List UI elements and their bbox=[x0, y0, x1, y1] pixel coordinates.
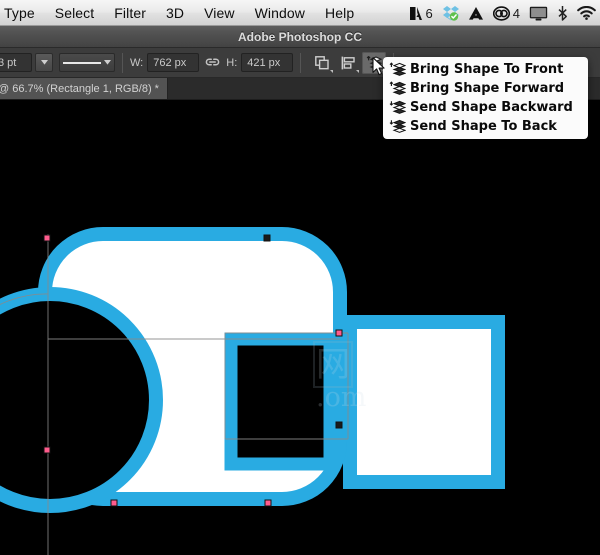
stroke-style-dropdown[interactable] bbox=[59, 53, 115, 72]
creative-cloud-icon bbox=[493, 6, 510, 21]
tray-dropbox[interactable] bbox=[442, 5, 459, 21]
chain-link-icon bbox=[205, 57, 220, 67]
os-menu-bar: Type Select Filter 3D View Window Help 6 bbox=[0, 0, 600, 26]
menu-view[interactable]: View bbox=[194, 0, 245, 26]
anchor-point[interactable] bbox=[264, 235, 270, 241]
path-alignment-button[interactable] bbox=[336, 52, 360, 74]
send-to-back-icon bbox=[389, 119, 406, 134]
adobe-badge: 6 bbox=[426, 6, 433, 21]
menu-item-label: Bring Shape Forward bbox=[410, 81, 564, 96]
tray-display[interactable] bbox=[529, 6, 548, 21]
canvas-area[interactable]: 网 .om bbox=[0, 100, 600, 555]
path-operations-button[interactable] bbox=[310, 52, 334, 74]
menu-item-label: Send Shape To Back bbox=[410, 119, 557, 134]
watermark-glyph: 网 bbox=[313, 341, 353, 388]
watermark-text: .om bbox=[316, 382, 366, 413]
os-status-tray: 6 bbox=[409, 0, 596, 26]
menu-item-send-shape-to-back[interactable]: Send Shape To Back bbox=[383, 117, 588, 136]
bring-forward-icon bbox=[389, 81, 406, 96]
options-separator-2 bbox=[300, 53, 301, 73]
menu-item-bring-shape-to-front[interactable]: Bring Shape To Front bbox=[383, 60, 588, 79]
tray-wifi[interactable] bbox=[577, 6, 596, 20]
shape-right-rectangle bbox=[350, 322, 498, 482]
menu-type[interactable]: Type bbox=[0, 0, 45, 26]
artwork-vector bbox=[0, 100, 600, 555]
height-value: 421 px bbox=[247, 57, 280, 69]
stroke-width-input[interactable]: 3 pt bbox=[0, 53, 32, 72]
bluetooth-icon bbox=[557, 5, 568, 21]
chevron-down-icon bbox=[104, 60, 111, 65]
height-input[interactable]: 421 px bbox=[241, 53, 293, 72]
app-title: Adobe Photoshop CC bbox=[238, 30, 362, 44]
bring-to-front-icon bbox=[389, 62, 406, 77]
google-drive-icon bbox=[468, 6, 484, 21]
anchor-point[interactable] bbox=[265, 500, 271, 506]
menu-help[interactable]: Help bbox=[315, 0, 364, 26]
arrow-cursor bbox=[372, 57, 386, 77]
path-operations-caret bbox=[330, 70, 333, 73]
anchor-point[interactable] bbox=[44, 235, 50, 241]
options-separator-1 bbox=[122, 53, 123, 73]
app-title-bar: Adobe Photoshop CC bbox=[0, 26, 600, 48]
width-value: 762 px bbox=[153, 57, 186, 69]
document-tab-label: @ 66.7% (Rectangle 1, RGB/8) * bbox=[0, 83, 159, 95]
anchor-point[interactable] bbox=[44, 447, 50, 453]
menu-item-label: Bring Shape To Front bbox=[410, 62, 563, 77]
path-alignment-icon bbox=[341, 56, 356, 70]
photoshop-window: Type Select Filter 3D View Window Help 6 bbox=[0, 0, 600, 555]
tray-google-drive[interactable] bbox=[468, 6, 484, 21]
menu-item-send-shape-backward[interactable]: Send Shape Backward bbox=[383, 98, 588, 117]
anchor-point[interactable] bbox=[111, 500, 117, 506]
link-dimensions-button[interactable] bbox=[205, 54, 220, 72]
path-arrangement-menu: Bring Shape To Front Bring Shape Forward… bbox=[383, 57, 588, 139]
path-operations-icon bbox=[315, 56, 330, 70]
document-tab[interactable]: @ 66.7% (Rectangle 1, RGB/8) * bbox=[0, 78, 168, 99]
menu-item-label: Send Shape Backward bbox=[410, 100, 573, 115]
width-label: W: bbox=[130, 57, 143, 69]
wifi-icon bbox=[577, 6, 596, 20]
creative-cloud-badge: 4 bbox=[513, 6, 520, 21]
height-label: H: bbox=[226, 57, 237, 69]
menu-window[interactable]: Window bbox=[245, 0, 315, 26]
menu-item-bring-shape-forward[interactable]: Bring Shape Forward bbox=[383, 79, 588, 98]
width-input[interactable]: 762 px bbox=[147, 53, 199, 72]
stroke-width-value: 3 pt bbox=[0, 57, 16, 69]
display-icon bbox=[529, 6, 548, 21]
stroke-width-dropdown-button[interactable] bbox=[35, 53, 53, 72]
dropbox-icon bbox=[442, 5, 459, 21]
menu-select[interactable]: Select bbox=[45, 0, 105, 26]
path-alignment-caret bbox=[356, 70, 359, 73]
chevron-down-icon bbox=[41, 60, 48, 65]
os-menu-list: Type Select Filter 3D View Window Help bbox=[0, 0, 364, 26]
anchor-point[interactable] bbox=[336, 422, 342, 428]
adobe-a-icon bbox=[409, 6, 423, 21]
menu-filter[interactable]: Filter bbox=[104, 0, 156, 26]
send-backward-icon bbox=[389, 100, 406, 115]
stroke-style-swatch bbox=[63, 62, 101, 64]
tray-creative-cloud[interactable]: 4 bbox=[493, 6, 520, 21]
anchor-point[interactable] bbox=[336, 330, 342, 336]
tray-bluetooth[interactable] bbox=[557, 5, 568, 21]
menu-3d[interactable]: 3D bbox=[156, 0, 194, 26]
tray-adobe[interactable]: 6 bbox=[409, 6, 433, 21]
